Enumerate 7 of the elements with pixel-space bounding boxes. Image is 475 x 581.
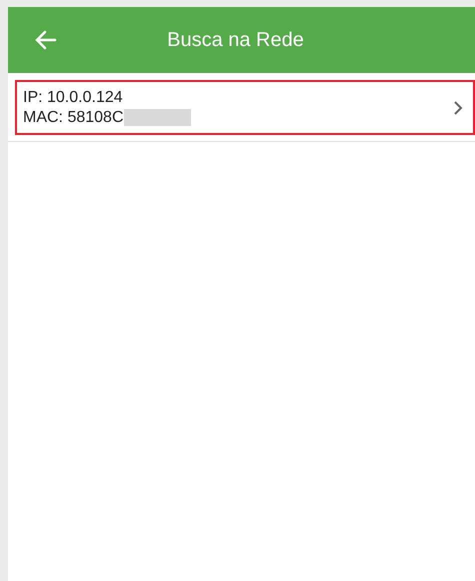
header-title: Busca na Rede	[167, 28, 304, 53]
ip-address: IP: 10.0.0.124	[23, 88, 124, 108]
mac-address: MAC: 58108C	[23, 108, 124, 128]
redaction-bar	[124, 109, 190, 126]
chevron-right-icon	[453, 100, 463, 116]
device-list-item[interactable]: IP: 10.0.0.124 MAC: 58108C	[15, 80, 475, 135]
back-arrow-icon	[35, 30, 57, 50]
